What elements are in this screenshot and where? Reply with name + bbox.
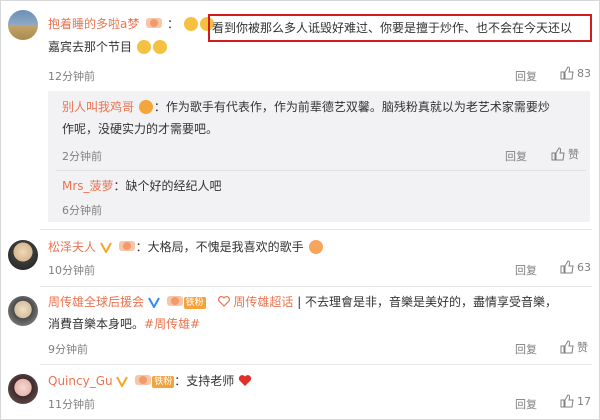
reply-button[interactable]: 回复 [515, 396, 537, 412]
comment-time: 9分钟前 [48, 343, 88, 356]
like-count: 83 [577, 67, 591, 80]
thumbs-up-icon [560, 260, 574, 274]
member-badge-icon [118, 239, 136, 258]
verified-icon [147, 297, 160, 308]
comment-separator: ： [167, 17, 180, 31]
crying-emoji-icon [152, 40, 167, 54]
avatar[interactable] [8, 10, 38, 40]
username-link[interactable]: 松泽夫人 [48, 240, 96, 254]
heart-icon [238, 375, 252, 386]
verified-icon [99, 242, 112, 253]
member-badge-icon [145, 16, 163, 35]
reply-text: ：作为歌手有代表作，作为前辈德艺双馨。脑残粉真就以为老艺术家需要炒 [153, 100, 550, 114]
divider [40, 286, 592, 287]
reply-button[interactable]: 回复 [515, 341, 537, 357]
avatar[interactable] [8, 240, 38, 270]
reply-time: 2分钟前 [62, 150, 102, 163]
supertopic-link[interactable]: 周传雄超话 [217, 295, 294, 309]
comment-time: 12分钟前 [48, 70, 95, 83]
like-count: 17 [577, 395, 591, 408]
comment-time: 10分钟前 [48, 264, 95, 277]
comment-text: ：大格局，不愧是我喜欢的歌手 [135, 240, 304, 254]
thumbs-up-icon [560, 394, 574, 408]
comment-text-line2: 嘉宾去那个节目 [48, 38, 168, 56]
comment-time: 11分钟前 [48, 398, 95, 411]
crying-emoji-icon [183, 17, 198, 31]
reply-button[interactable]: 回复 [505, 148, 527, 164]
like-label: 赞 [577, 341, 588, 354]
fan-badge: 铁粉 [152, 376, 175, 388]
like-count: 63 [577, 261, 591, 274]
like-button[interactable]: 63 [560, 260, 591, 274]
username-link[interactable]: 抱着睡的多啦a梦 [48, 17, 139, 31]
reply-button[interactable]: 回复 [515, 262, 537, 278]
comment-line: 松泽夫人 ：大格局，不愧是我喜欢的歌手 [48, 238, 324, 258]
reply-time: 6分钟前 [62, 204, 102, 217]
username-link[interactable]: Quincy_Gu [48, 374, 113, 388]
reply-text: ：缺个好的经纪人吧 [113, 179, 222, 193]
username-link[interactable]: Mrs_菠萝 [62, 179, 114, 193]
reply-line: 别人叫我鸡哥 ：作为歌手有代表作，作为前辈德艺双馨。脑残粉真就以为老艺术家需要炒 [62, 98, 550, 116]
thumbs-up-icon [560, 340, 574, 354]
fan-badge: 铁粉 [183, 297, 206, 309]
verified-icon [116, 376, 129, 387]
divider [40, 229, 592, 230]
member-badge-icon [134, 373, 152, 392]
username-link[interactable]: 周传雄全球后援会 [48, 295, 144, 309]
comment-line: 抱着睡的多啦a梦 ： [48, 15, 215, 35]
supertopic-icon [217, 296, 230, 307]
smile-emoji-icon [138, 100, 153, 114]
supertopic-label: 周传雄超话 [233, 295, 294, 309]
comment-text: 嘉宾去那个节目 [48, 40, 133, 54]
comment-text: | 不去理會是非，音樂是美好的，盡情享受音樂， [297, 295, 558, 309]
divider [40, 364, 592, 365]
member-badge-icon [166, 294, 184, 313]
like-button[interactable]: 17 [560, 394, 591, 408]
reply-line: Mrs_菠萝：缺个好的经纪人吧 [62, 177, 222, 195]
like-label: 赞 [568, 148, 579, 161]
comment-line: Quincy_Gu 铁粉 ：支持老师 [48, 372, 252, 392]
like-button[interactable]: 赞 [560, 339, 588, 355]
comment-text: ：支持老师 [174, 374, 235, 388]
reply-button[interactable]: 回复 [515, 68, 537, 84]
thumbs-up-icon [560, 66, 574, 80]
hashtag-link[interactable]: #周传雄# [144, 317, 200, 331]
username-link[interactable]: 别人叫我鸡哥 [62, 100, 134, 114]
reply-text-line2: 作呢，没硬实力的才需要吧。 [62, 122, 219, 136]
thumbs-up-icon [551, 147, 565, 161]
highlighted-text: 看到你被那么多人诋毁好难过、你要是擅于炒作、也不会在今天还以 [212, 21, 573, 35]
like-button[interactable]: 赞 [551, 146, 579, 162]
like-button[interactable]: 83 [560, 66, 591, 80]
crying-emoji-icon [136, 40, 151, 54]
comment-line: 周传雄全球后援会 铁粉 周传雄超话 | 不去理會是非，音樂是美好的，盡情享受音樂… [48, 293, 557, 313]
divider [56, 170, 586, 171]
avatar[interactable] [8, 374, 38, 404]
avatar[interactable] [8, 296, 38, 326]
comment-text: 消費音樂本身吧。 [48, 317, 145, 331]
comment-text-line2: 消費音樂本身吧。#周传雄# [48, 315, 200, 333]
clap-emoji-icon [308, 240, 323, 254]
